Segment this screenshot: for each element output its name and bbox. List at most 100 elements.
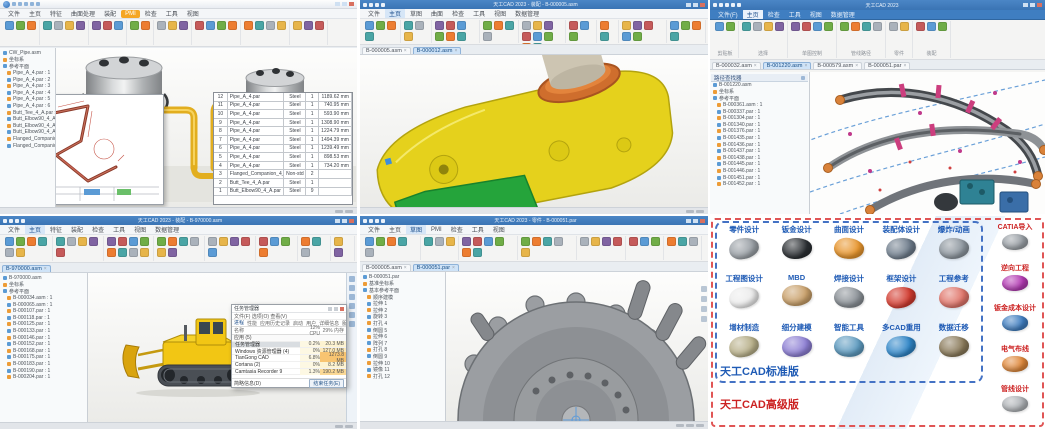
tool-icon[interactable] xyxy=(726,22,735,31)
tool-icon[interactable] xyxy=(462,248,471,257)
tool-icon[interactable] xyxy=(462,237,471,246)
tool-icon[interactable] xyxy=(5,237,14,246)
menu-tab-1[interactable]: 文件 xyxy=(364,225,384,235)
tool-icon[interactable] xyxy=(543,237,552,246)
tool-icon[interactable] xyxy=(76,21,85,30)
table-row[interactable]: 8Pipe_A_4.parSteel11224.79 mm xyxy=(214,127,352,136)
tool-icon[interactable] xyxy=(873,22,882,31)
tool-icon[interactable] xyxy=(938,22,947,31)
close-tab-icon[interactable]: × xyxy=(903,63,906,69)
tool-icon[interactable] xyxy=(533,21,542,30)
dialog-menu[interactable]: 文件(F) 选项(O) 查看(V) xyxy=(232,313,346,320)
tree-item[interactable]: Butt_Elbow90_4_A.par : 1 xyxy=(1,116,54,123)
tool-icon[interactable] xyxy=(802,22,811,31)
tool-icon[interactable] xyxy=(129,237,138,246)
tool-icon[interactable] xyxy=(670,32,679,41)
tool-icon[interactable] xyxy=(157,21,166,30)
process-row[interactable]: Camtasia Recorder 91.3%190.2 MB xyxy=(232,369,346,376)
tool-icon[interactable] xyxy=(376,237,385,246)
tool-icon[interactable] xyxy=(312,237,321,246)
tool-icon[interactable] xyxy=(651,237,660,246)
menu-tab-5[interactable]: 视图 xyxy=(806,10,826,20)
tool-icon[interactable] xyxy=(521,237,530,246)
tool-icon[interactable] xyxy=(365,237,374,246)
menu-tab-8[interactable]: 数据管理 xyxy=(151,225,183,235)
quick-access-toolbar[interactable] xyxy=(713,3,741,7)
table-row[interactable]: 12Pipe_A_4.parSteel11189.62 mm xyxy=(214,93,352,102)
tool-icon[interactable] xyxy=(334,248,343,257)
tree-item[interactable]: B-000133.par : 1 xyxy=(1,328,86,335)
tool-icon[interactable] xyxy=(633,21,642,30)
tool-icon[interactable] xyxy=(141,21,150,30)
tool-icon[interactable] xyxy=(140,237,149,246)
tool-icon[interactable] xyxy=(140,248,149,257)
dialog-tabs[interactable]: 进程 性能 应用历史记录 启动 用户 详细信息 服务 xyxy=(232,320,346,327)
menu-tab-7[interactable]: 视图 xyxy=(130,225,150,235)
tool-icon[interactable] xyxy=(219,237,228,246)
document-tab[interactable]: B-970000.asm× xyxy=(2,265,51,272)
tab-services[interactable]: 服务 xyxy=(342,320,346,327)
tool-icon[interactable] xyxy=(118,237,127,246)
tool-icon[interactable] xyxy=(157,248,166,257)
tool-icon[interactable] xyxy=(27,21,36,30)
tree-item[interactable]: B-001437.par : 1 xyxy=(711,148,808,155)
tool-icon[interactable] xyxy=(715,22,724,31)
tool-icon[interactable] xyxy=(522,32,531,41)
tree-item[interactable]: B-000146.par : 1 xyxy=(1,334,86,341)
tool-icon[interactable] xyxy=(398,237,407,246)
tool-icon[interactable] xyxy=(473,248,482,257)
tree-item[interactable]: B-000065.asm : 1 xyxy=(1,301,86,308)
tool-icon[interactable] xyxy=(56,248,65,257)
window-controls[interactable] xyxy=(335,2,354,6)
document-tab[interactable]: B-000051.par× xyxy=(413,264,459,271)
tool-icon[interactable] xyxy=(277,21,286,30)
tool-icon[interactable] xyxy=(495,237,504,246)
tool-icon[interactable] xyxy=(521,248,530,257)
tree-item[interactable]: Butt_Tee_4_A.par : 1 xyxy=(1,109,54,116)
table-row[interactable]: 3Flanged_Companion_4_A.parNon-std2 xyxy=(214,170,352,179)
zoom-slider[interactable] xyxy=(696,210,704,213)
tool-icon[interactable] xyxy=(54,21,63,30)
tool-icon[interactable] xyxy=(916,22,925,31)
tool-icon[interactable] xyxy=(533,32,542,41)
tool-icon[interactable] xyxy=(900,22,909,31)
tool-icon[interactable] xyxy=(89,237,98,246)
table-row[interactable]: 2Butt_Tee_4_A.parSteel1 xyxy=(214,179,352,188)
tool-icon[interactable] xyxy=(689,237,698,246)
tool-icon[interactable] xyxy=(824,22,833,31)
document-tab[interactable]: B-000032.asm× xyxy=(712,62,761,69)
tool-icon[interactable] xyxy=(16,237,25,246)
quick-access-toolbar[interactable] xyxy=(363,3,385,7)
tool-icon[interactable] xyxy=(228,21,237,30)
document-tab[interactable]: B-000012.asm× xyxy=(413,47,462,54)
tool-icon[interactable] xyxy=(580,237,589,246)
application-button[interactable] xyxy=(3,1,10,8)
tool-icon[interactable] xyxy=(889,22,898,31)
tree-item[interactable]: B-000183.par : 1 xyxy=(1,361,86,368)
tool-icon[interactable] xyxy=(404,32,413,41)
tree-item[interactable]: B-000361.asm : 1 xyxy=(711,102,808,109)
tool-icon[interactable] xyxy=(195,21,204,30)
tool-icon[interactable] xyxy=(157,237,166,246)
tool-icon[interactable] xyxy=(600,32,609,41)
tool-icon[interactable] xyxy=(600,21,609,30)
tool-icon[interactable] xyxy=(554,237,563,246)
tool-icon[interactable] xyxy=(67,237,76,246)
tool-icon[interactable] xyxy=(293,21,302,30)
tree-item[interactable]: B-001438.par : 1 xyxy=(711,155,808,162)
menu-tab-8[interactable]: 工具 xyxy=(162,9,182,19)
tool-icon[interactable] xyxy=(315,21,324,30)
menu-tab-7[interactable]: 检查 xyxy=(141,9,161,19)
tab-performance[interactable]: 性能 xyxy=(247,320,257,327)
tree-item[interactable]: Butt_Elbow90_4_A.par : 2 xyxy=(1,123,54,130)
tool-icon[interactable] xyxy=(230,237,239,246)
tool-icon[interactable] xyxy=(483,21,492,30)
drawing-button-blue[interactable] xyxy=(84,189,100,195)
document-tab[interactable]: B-001220.asm× xyxy=(763,62,812,69)
tree-item[interactable]: Pipe_A_4.par : 3 xyxy=(1,83,54,90)
tree-item[interactable]: B-001436.par : 1 xyxy=(711,141,808,148)
tool-icon[interactable] xyxy=(301,237,310,246)
menu-tab-9[interactable]: 视图 xyxy=(183,9,203,19)
pin-icon[interactable] xyxy=(801,76,805,80)
tool-icon[interactable] xyxy=(301,248,310,257)
